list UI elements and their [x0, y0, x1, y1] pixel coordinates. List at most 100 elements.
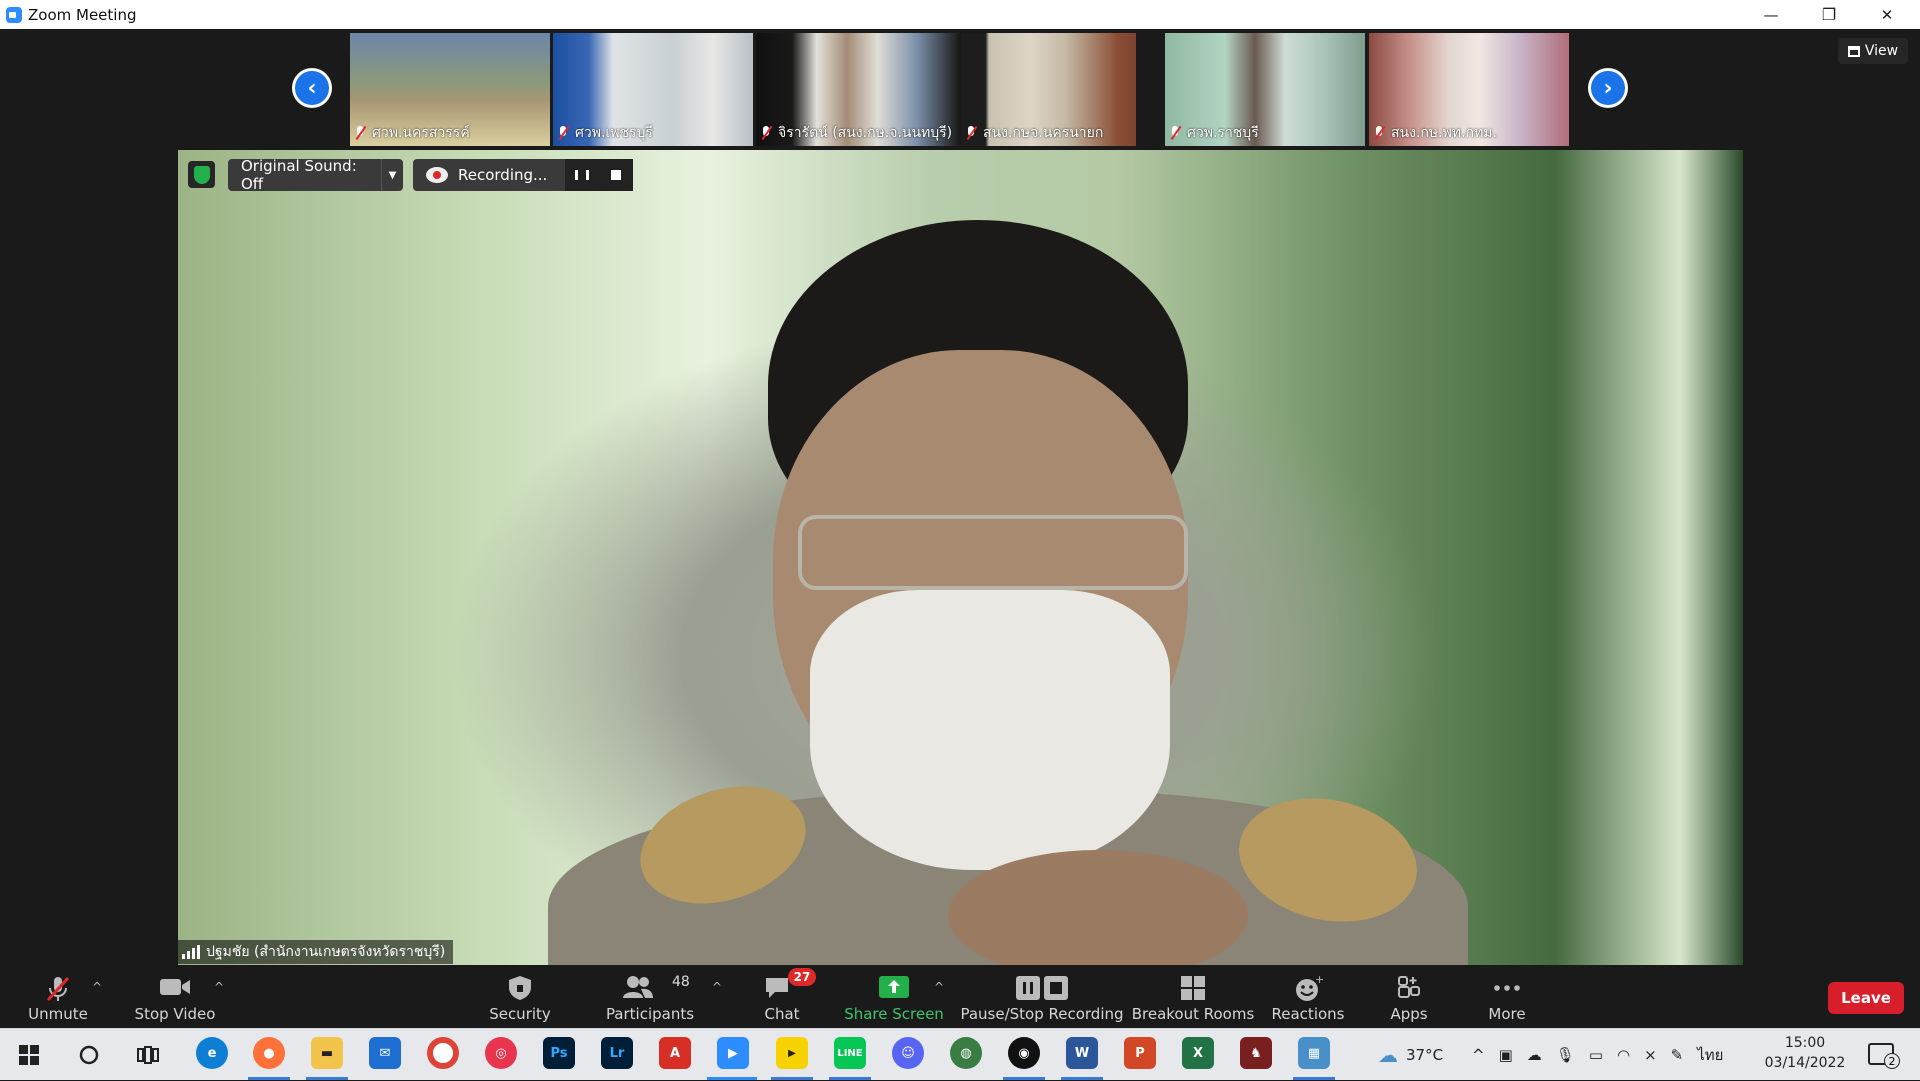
pen-icon[interactable]: ✎	[1671, 1046, 1684, 1064]
camera-app-icon[interactable]: ◉	[1008, 1037, 1040, 1069]
photoshop-icon[interactable]: Ps	[543, 1037, 575, 1069]
audio-options-caret-icon[interactable]: ^	[92, 980, 102, 994]
onedrive-icon[interactable]: ☁	[1527, 1046, 1542, 1064]
mic-muted-icon	[965, 125, 977, 141]
participant-name: ศวพ.เพชรบุรี	[575, 125, 653, 141]
participant-thumbnail[interactable]: สนง.กษ.พท.กทม.	[1369, 33, 1569, 146]
next-page-button[interactable]: ›	[1588, 68, 1628, 108]
clock-date: 03/14/2022	[1764, 1055, 1846, 1071]
unmute-button[interactable]: Unmute	[20, 966, 96, 1028]
participant-thumbnail[interactable]: ศวพ.นครสวรรค์	[350, 33, 550, 146]
mic-muted-icon	[760, 125, 772, 141]
chat-button[interactable]: 27 Chat	[746, 966, 818, 1028]
restore-button[interactable]: ❐	[1800, 0, 1858, 29]
chevron-right-icon: ›	[1603, 75, 1613, 101]
apps-button[interactable]: Apps	[1378, 966, 1440, 1028]
participant-thumbnail[interactable]: ศวพ.ราชบุรี	[1165, 33, 1365, 146]
more-label: More	[1488, 1005, 1526, 1023]
volume-muted-icon[interactable]: ×	[1644, 1046, 1657, 1064]
powerpoint-icon[interactable]: P	[1124, 1037, 1156, 1069]
chevron-up-icon[interactable]: ^	[1472, 1046, 1485, 1064]
clock[interactable]: 15:00 03/14/2022	[1760, 1033, 1850, 1073]
stop-recording-button[interactable]	[599, 159, 633, 191]
pause-stop-recording-button[interactable]: Pause/Stop Recording	[960, 966, 1124, 1028]
line-app-icon[interactable]: LINE	[834, 1037, 866, 1069]
weather-widget[interactable]: ☁ 37°C	[1378, 1029, 1443, 1081]
mic-muted-icon	[1169, 125, 1181, 141]
google-earth-icon[interactable]: ◍	[950, 1037, 982, 1069]
zoom-app-icon[interactable]: ▶	[717, 1037, 749, 1069]
pause-stop-recording-label: Pause/Stop Recording	[960, 1005, 1124, 1023]
microphone-icon[interactable]: 🎙	[1556, 1046, 1575, 1064]
meet-now-icon[interactable]: ▣	[1499, 1046, 1513, 1064]
active-speaker-video	[178, 150, 1743, 965]
word-icon[interactable]: W	[1066, 1037, 1098, 1069]
meeting-toolbar: Unmute ^ Stop Video ^ Security 48 Partic…	[0, 966, 1920, 1028]
encryption-shield-icon[interactable]	[188, 161, 215, 188]
recording-indicator: Recording...	[413, 159, 633, 191]
participant-thumbnail[interactable]: จิรารัตน์ (สนง.กษ.จ.นนทบุรี)	[756, 33, 958, 146]
notification-count: 2	[1884, 1053, 1900, 1069]
cloud-recording-icon	[426, 167, 448, 183]
participant-thumbnail[interactable]: สนง.กษจ.นครนายก	[961, 33, 1136, 146]
participants-count: 48	[672, 974, 690, 990]
firefox-icon[interactable]: ●	[253, 1037, 285, 1069]
security-button[interactable]: Security	[480, 966, 560, 1028]
breakout-rooms-button[interactable]: Breakout Rooms	[1132, 966, 1254, 1028]
reactions-button[interactable]: + Reactions	[1268, 966, 1348, 1028]
lightroom-icon[interactable]: Lr	[601, 1037, 633, 1069]
speaker-name: ปฐมชัย (สำนักงานเกษตรจังหวัดราชบุรี)	[206, 944, 446, 960]
original-sound-toggle[interactable]: Original Sound: Off ▼	[228, 157, 403, 193]
search-icon[interactable]	[78, 1044, 100, 1066]
close-button[interactable]: ✕	[1858, 0, 1916, 29]
file-explorer-icon[interactable]: ▬	[311, 1037, 343, 1069]
participants-options-caret-icon[interactable]: ^	[712, 980, 722, 994]
input-language[interactable]: ไทย	[1697, 1043, 1723, 1067]
game-app-icon[interactable]: ♞	[1240, 1037, 1272, 1069]
acrobat-icon[interactable]: A	[659, 1037, 691, 1069]
previous-page-button[interactable]: ‹	[292, 68, 332, 108]
share-options-caret-icon[interactable]: ^	[934, 980, 944, 994]
participants-label: Participants	[605, 1005, 695, 1023]
battery-icon[interactable]: ▭	[1589, 1046, 1603, 1064]
notifications-icon[interactable]: 2	[1868, 1043, 1900, 1069]
mic-muted-icon	[354, 125, 366, 141]
share-screen-button[interactable]: Share Screen	[842, 966, 946, 1028]
more-button[interactable]: More	[1476, 966, 1538, 1028]
speaker-name-tag: ปฐมชัย (สำนักงานเกษตรจังหวัดราชบุรี)	[178, 940, 454, 964]
svg-text:+: +	[1315, 974, 1323, 986]
minimize-button[interactable]: —	[1742, 0, 1800, 29]
edge-icon[interactable]: e	[196, 1037, 228, 1069]
view-button[interactable]: View	[1838, 38, 1908, 64]
chevron-left-icon: ‹	[307, 75, 317, 101]
chat-unread-badge: 27	[788, 968, 816, 986]
windows-start-icon[interactable]	[19, 1045, 39, 1065]
original-sound-label: Original Sound: Off	[241, 157, 357, 193]
task-view-icon[interactable]	[137, 1044, 159, 1066]
shield-icon	[509, 976, 531, 1000]
apps-icon	[1398, 976, 1420, 998]
pause-recording-button[interactable]	[565, 159, 599, 191]
title-bar: Zoom Meeting — ❐ ✕	[0, 0, 1920, 29]
discord-icon[interactable]: ☺	[892, 1037, 924, 1069]
unmute-label: Unmute	[28, 1005, 88, 1023]
leave-button[interactable]: Leave	[1828, 982, 1904, 1014]
video-options-caret-icon[interactable]: ^	[214, 980, 224, 994]
chrome-icon[interactable]	[427, 1037, 459, 1069]
wifi-icon[interactable]: ◠	[1617, 1046, 1630, 1064]
speaker-glasses	[798, 515, 1188, 590]
photos-icon[interactable]: ▦	[1298, 1037, 1330, 1069]
mic-muted-icon	[557, 125, 569, 141]
participants-button[interactable]: 48 Participants	[600, 966, 700, 1028]
player-icon[interactable]: ▶	[776, 1037, 808, 1069]
clock-time: 15:00	[1784, 1035, 1826, 1051]
mail-icon[interactable]: ✉	[369, 1037, 401, 1069]
chevron-down-icon[interactable]: ▼	[381, 159, 403, 191]
reactions-icon: +	[1296, 974, 1323, 1001]
microphone-muted-icon	[46, 976, 70, 1002]
participant-name: ศวพ.นครสวรรค์	[372, 125, 470, 141]
stop-video-button[interactable]: Stop Video	[130, 966, 220, 1028]
participant-thumbnail[interactable]: ศวพ.เพชรบุรี	[553, 33, 753, 146]
excel-icon[interactable]: X	[1182, 1037, 1214, 1069]
creative-cloud-icon[interactable]: ◎	[485, 1037, 517, 1069]
